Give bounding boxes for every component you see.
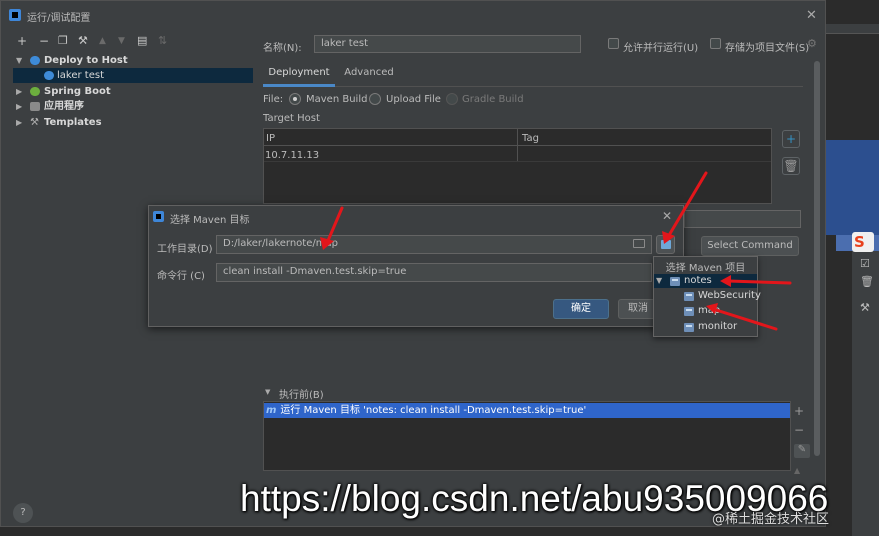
juejin-watermark: @稀土掘金技术社区 xyxy=(712,512,830,527)
arrow-to-map xyxy=(711,307,778,331)
arrowhead-map xyxy=(706,303,718,314)
arrowhead-workdir xyxy=(320,237,334,250)
arrow-to-picker xyxy=(666,171,708,239)
arrow-to-workdir xyxy=(325,206,344,245)
arrowhead-notes xyxy=(720,275,731,287)
arrow-to-notes xyxy=(726,279,792,285)
annotation-arrows xyxy=(320,171,792,331)
arrowhead-picker xyxy=(662,231,675,244)
